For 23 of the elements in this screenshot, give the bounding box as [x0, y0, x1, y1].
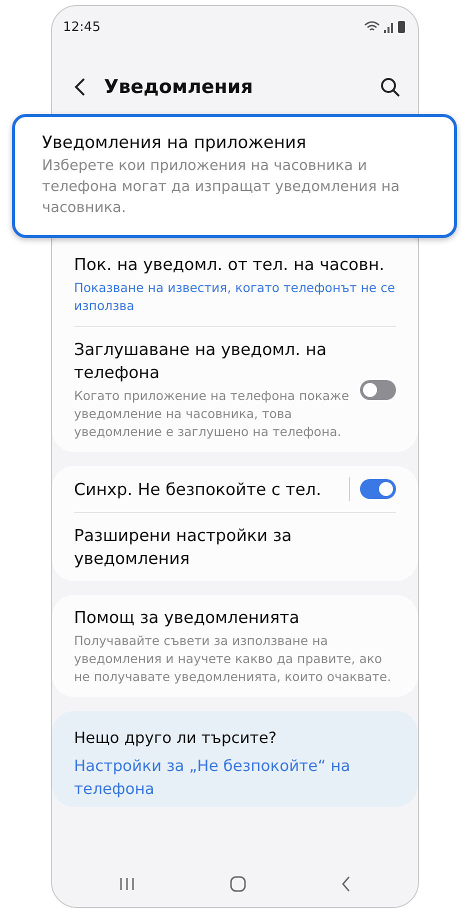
app-notifications-item[interactable]: Уведомления на приложения Изберете кои приложения на часовника и телефона могат да изпращат уведомления на часовника. [12, 114, 457, 238]
status-time: 12:45 [63, 20, 100, 34]
search-icon [380, 77, 400, 97]
toggle-switch[interactable] [360, 479, 396, 499]
setting-description: Показване на известия, когато телефонът не се използва [74, 279, 396, 315]
toggle-switch[interactable] [360, 380, 396, 400]
screen-title: Уведомления [104, 76, 254, 98]
home-icon[interactable] [230, 876, 246, 892]
status-icons [364, 20, 408, 34]
setting-title[interactable]: Заглушаване на уведомл. на телефона [74, 338, 350, 384]
back-icon [74, 77, 86, 97]
suggestion-link[interactable]: Настройки за „Не безпокойте“ на телефона [74, 755, 396, 801]
setting-title[interactable]: Помощ за уведомленията [74, 606, 396, 629]
suggestions-title: Нещо друго ли търсите? [74, 729, 278, 747]
item-title: Уведомления на приложения [42, 133, 308, 153]
back-icon[interactable] [340, 876, 351, 892]
recents-icon[interactable] [119, 877, 136, 891]
setting-title[interactable]: Пок. на уведомл. от тел. на часовн. [74, 253, 396, 276]
setting-title[interactable]: Синхр. Не безпокойте с тел. [74, 478, 339, 500]
setting-title[interactable]: Разширени настройки за уведомления [74, 524, 396, 570]
setting-description: Получавайте съвети за използване на уведомления и научете какво да правите, ако не получавате уведомленията, които очаквате. [74, 632, 392, 686]
setting-description: Когато приложение на телефона покаже уведомление на часовника, това уведомление е заглушено на телефона. [74, 387, 350, 441]
item-description: Изберете кои приложения на часовника и телефона могат да изпращат уведомления на часовника. [42, 157, 401, 218]
